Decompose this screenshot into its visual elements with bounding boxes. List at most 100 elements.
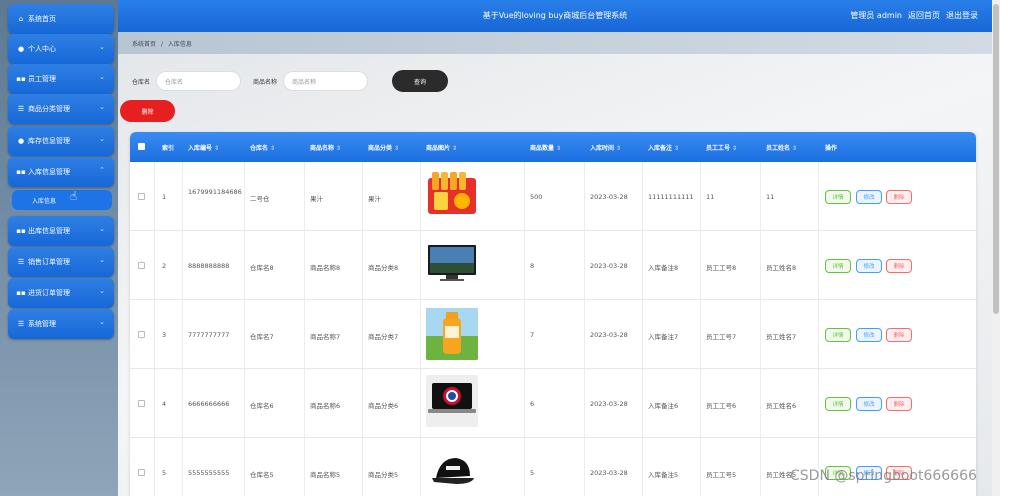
cell-category: 商品分类8 — [368, 264, 399, 272]
delete-button[interactable]: 删除 — [886, 190, 912, 204]
user-role: 管理员 admin — [850, 11, 902, 20]
scrollbar-thumb[interactable] — [993, 4, 999, 314]
cell-qty: 6 — [530, 400, 535, 408]
row-checkbox[interactable] — [138, 331, 145, 338]
edit-button[interactable]: 修改 — [856, 328, 882, 342]
sidebar-item-label: 系统首页 — [28, 15, 56, 23]
detail-button[interactable]: 详情 — [825, 328, 851, 342]
list-icon: ☰ — [17, 105, 25, 113]
edit-button[interactable]: 修改 — [856, 190, 882, 204]
sort-icon: ⇕ — [394, 145, 400, 152]
col-category[interactable]: 商品分类 ⇕ — [368, 143, 399, 152]
col-qty[interactable]: 商品数量 ⇕ — [530, 143, 561, 152]
chevron-down-icon: ⌄ — [99, 135, 105, 143]
col-time[interactable]: 入库时间 ⇕ — [590, 143, 621, 152]
batch-delete-button[interactable]: 删除 — [120, 100, 175, 122]
table-row[interactable]: 5 5555555555 仓库名5 商品名称5 商品分类5 5 2023-03-… — [130, 438, 976, 496]
sidebar-item-category[interactable]: ☰ 商品分类管理 ⌄ — [8, 94, 114, 124]
sidebar-item-label: 商品分类管理 — [28, 105, 70, 113]
cell-code: 6666666666 — [188, 400, 230, 408]
detail-button[interactable]: 详情 — [825, 397, 851, 411]
edit-button[interactable]: 修改 — [856, 397, 882, 411]
cell-emp-name: 11 — [766, 193, 775, 201]
col-emp-no[interactable]: 员工工号 ⇕ — [706, 143, 737, 152]
select-all-checkbox[interactable] — [138, 143, 145, 150]
cell-category: 果汁 — [368, 195, 381, 203]
cell-code: 5555555555 — [188, 469, 230, 477]
sidebar-item-label: 出库信息管理 — [28, 227, 70, 235]
sidebar-item-home[interactable]: ⌂ 系统首页 — [8, 4, 114, 34]
header: 基于Vue的loving buy商城后台管理系统 管理员 admin 返回首页 … — [118, 0, 992, 32]
sidebar-item-inbound[interactable]: ▪▪ 入库信息管理 ⌃ — [8, 157, 114, 187]
table-row[interactable]: 3 7777777777 仓库名7 商品名称7 商品分类7 7 2023-03-… — [130, 300, 976, 369]
delete-button[interactable]: 删除 — [886, 328, 912, 342]
sidebar-item-inventory[interactable]: ● 库存信息管理 ⌄ — [8, 126, 114, 156]
table-row[interactable]: 1 1679991184686 二号仓 果汁 果汁 500 2023-03-28… — [130, 162, 976, 231]
sidebar-item-label: 入库信息管理 — [28, 168, 70, 176]
col-actions: 操作 — [825, 145, 838, 152]
vertical-scrollbar[interactable] — [992, 0, 1000, 496]
sidebar-item-label: 库存信息管理 — [28, 137, 70, 145]
sort-icon: ⇕ — [732, 145, 738, 152]
cell-index: 1 — [162, 193, 167, 201]
row-checkbox[interactable] — [138, 469, 145, 476]
search-button[interactable]: 查询 — [392, 70, 449, 92]
cell-note: 入库备注8 — [648, 264, 679, 272]
sidebar-item-sales[interactable]: ☰ 销售订单管理 ⌄ — [8, 247, 114, 277]
product-image — [426, 168, 478, 220]
col-note[interactable]: 入库备注 ⇕ — [648, 143, 679, 152]
sidebar-item-label: 个人中心 — [28, 45, 56, 53]
row-checkbox[interactable] — [138, 193, 145, 200]
cell-product-name: 商品名称5 — [310, 471, 341, 479]
detail-button[interactable]: 详情 — [825, 259, 851, 273]
cell-product-name: 商品名称6 — [310, 402, 341, 410]
sidebar-subitem-inbound-info[interactable]: 入库信息 — [12, 190, 112, 210]
breadcrumb-separator: / — [160, 41, 163, 48]
cell-index: 2 — [162, 262, 167, 270]
cell-emp-no: 11 — [706, 193, 715, 201]
orange-juice-image — [426, 308, 478, 360]
cell-note: 11111111111 — [648, 193, 694, 201]
col-warehouse[interactable]: 仓库名 ⇕ — [250, 143, 275, 152]
cell-code: 1679991184686 — [188, 188, 242, 196]
cell-category: 商品分类7 — [368, 333, 399, 341]
breadcrumb-root[interactable]: 系统首页 — [132, 41, 156, 48]
delete-button[interactable]: 删除 — [886, 397, 912, 411]
cell-time: 2023-03-28 — [590, 331, 628, 339]
detail-button[interactable]: 详情 — [825, 190, 851, 204]
col-emp-name[interactable]: 员工姓名 ⇕ — [766, 143, 797, 152]
warehouse-input[interactable]: 仓库名 — [156, 71, 242, 91]
row-checkbox[interactable] — [138, 262, 145, 269]
sidebar-item-personal[interactable]: ● 个人中心 ⌄ — [8, 34, 114, 64]
cell-time: 2023-03-28 — [590, 193, 628, 201]
col-product-name[interactable]: 商品名称 ⇕ — [310, 143, 341, 152]
cell-warehouse: 仓库名8 — [250, 264, 274, 272]
cell-product-name: 商品名称7 — [310, 333, 341, 341]
sidebar-item-label: 进货订单管理 — [28, 289, 70, 297]
chevron-down-icon: ⌄ — [99, 225, 105, 233]
sidebar-item-purchase[interactable]: ▪▪ 进货订单管理 ⌄ — [8, 278, 114, 308]
cell-warehouse: 仓库名7 — [250, 333, 274, 341]
home-link[interactable]: 返回首页 — [908, 10, 940, 21]
col-image[interactable]: 商品图片 ⇕ — [426, 143, 457, 152]
sidebar-item-outbound[interactable]: ▪▪ 出库信息管理 ⌄ — [8, 216, 114, 246]
product-image — [426, 375, 478, 427]
sidebar-item-employee[interactable]: ▪▪ 员工管理 ⌄ — [8, 64, 114, 94]
cell-product-name: 商品名称8 — [310, 264, 341, 272]
person-icon: ● — [17, 45, 25, 53]
logout-link[interactable]: 退出登录 — [946, 10, 978, 21]
delete-button[interactable]: 删除 — [886, 259, 912, 273]
cap-image — [432, 458, 474, 484]
cell-qty: 8 — [530, 262, 535, 270]
product-image — [426, 446, 478, 496]
table-header: 索引 入库编号 ⇕ 仓库名 ⇕ 商品名称 ⇕ 商品分类 ⇕ 商品图片 ⇕ 商品数量 ⇕ 入库… — [130, 132, 976, 162]
edit-button[interactable]: 修改 — [856, 259, 882, 273]
product-name-input[interactable]: 商品名称 — [283, 71, 369, 91]
sidebar-item-system[interactable]: ☰ 系统管理 ⌄ — [8, 309, 114, 339]
col-code[interactable]: 入库编号 ⇕ — [188, 143, 219, 152]
table-row[interactable]: 2 8888888888 仓库名8 商品名称8 商品分类8 8 2023-03-… — [130, 231, 976, 300]
cell-qty: 5 — [530, 469, 535, 477]
row-checkbox[interactable] — [138, 400, 145, 407]
table-row[interactable]: 4 6666666666 仓库名6 商品名称6 商品分类6 6 2023-03-… — [130, 369, 976, 438]
sidebar-subitem-label: 入库信息 — [32, 197, 57, 205]
